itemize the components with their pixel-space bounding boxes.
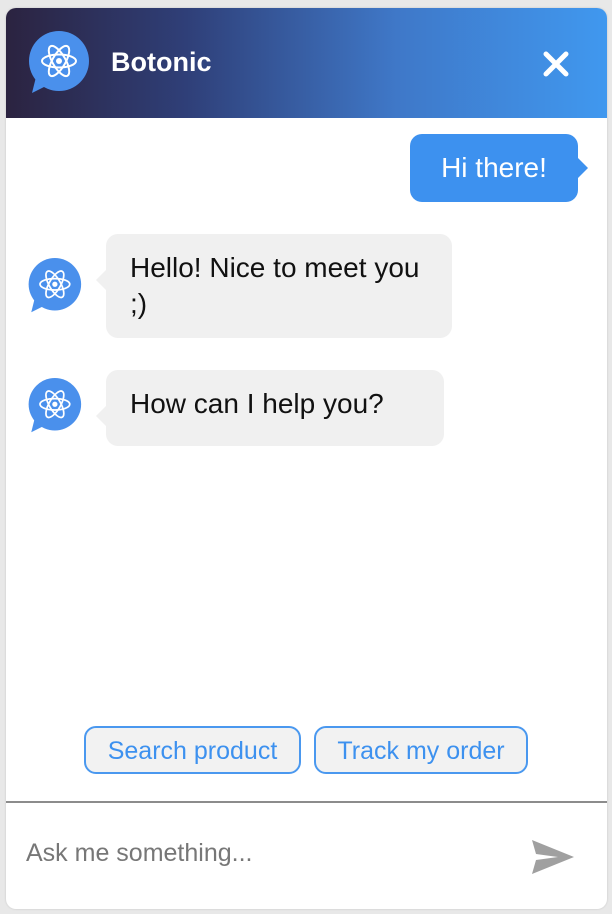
atom-chat-icon (28, 378, 82, 433)
chat-widget: Botonic Hi there! Hello! Nice to meet yo… (6, 8, 607, 909)
quick-replies: Search product Track my order (6, 726, 607, 776)
message-input[interactable] (26, 831, 506, 875)
atom-chat-icon (28, 258, 82, 313)
quick-reply-search-product[interactable]: Search product (84, 726, 301, 774)
close-icon[interactable] (536, 44, 576, 84)
send-icon[interactable] (530, 837, 576, 877)
message-list: Hi there! Hello! Nice to meet you ;) How… (6, 118, 607, 698)
input-area (6, 803, 607, 909)
bot-message: Hello! Nice to meet you ;) (96, 234, 452, 338)
chat-title: Botonic (111, 47, 212, 77)
atom-chat-icon (29, 31, 89, 93)
user-message: Hi there! (410, 134, 588, 202)
bot-message: How can I help you? (96, 370, 444, 446)
quick-reply-track-order[interactable]: Track my order (314, 726, 528, 774)
chat-header: Botonic (6, 8, 607, 118)
